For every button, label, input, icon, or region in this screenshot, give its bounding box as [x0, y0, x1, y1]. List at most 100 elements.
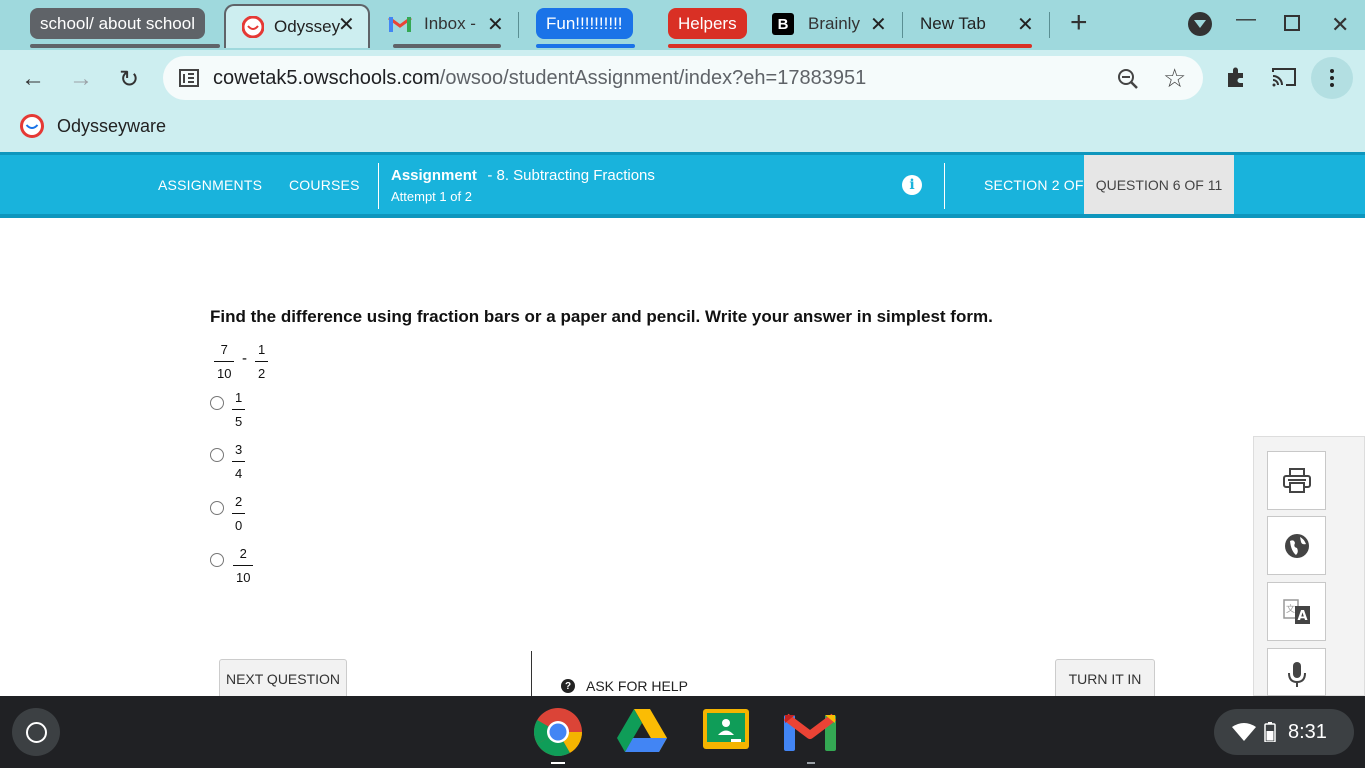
extensions-puzzle-icon[interactable] [1224, 65, 1248, 89]
tab-title: Brainly [808, 14, 860, 33]
address-bar[interactable]: cowetak5.owschools.com/owsoo/studentAssi… [163, 56, 1203, 100]
fraction-denominator: 2 [258, 366, 266, 381]
running-indicator [551, 762, 565, 764]
answer-option-1[interactable]: 1 5 [232, 390, 246, 429]
fraction-numerator: 1 [258, 342, 266, 357]
svg-text:文: 文 [1286, 603, 1295, 615]
tab-group-underline [668, 44, 1032, 48]
bookmark-star-icon[interactable]: ☆ [1163, 63, 1186, 94]
globe-icon [1284, 533, 1309, 558]
back-arrow-icon[interactable]: ← [18, 64, 48, 94]
url-path: /owsoo/studentAssignment/index?eh=178839… [439, 67, 867, 89]
assignment-header: Assignment - 8. Subtracting Fractions At… [391, 167, 655, 204]
question-indicator[interactable]: QUESTION 6 OF 11 [1084, 155, 1234, 214]
tab-odysseyware[interactable]: Odyssey ✕ [224, 4, 370, 48]
help-question-icon: ? [561, 679, 575, 693]
tab-group-underline [536, 44, 635, 48]
google-classroom-app-icon[interactable] [703, 709, 749, 749]
tab-separator [1049, 12, 1050, 38]
browser-menu-kebab-icon[interactable] [1311, 57, 1353, 99]
answer-option-2[interactable]: 3 4 [232, 442, 246, 481]
answer-option-3-radio[interactable] [210, 501, 224, 515]
nav-divider [944, 163, 945, 209]
answer-option-3[interactable]: 2 0 [232, 494, 246, 533]
chevron-down-icon [1194, 20, 1206, 28]
tab-title: Inbox - [424, 14, 476, 33]
question-prompt: Find the difference using fraction bars … [210, 307, 993, 326]
translate-button[interactable]: A 文 [1267, 582, 1326, 641]
gmail-app-icon[interactable] [784, 711, 836, 751]
ask-for-help-label: ASK FOR HELP [586, 678, 688, 694]
minimize-icon[interactable]: — [1236, 8, 1256, 31]
forward-arrow-icon[interactable]: → [66, 64, 96, 94]
tab-close-icon[interactable]: ✕ [338, 12, 355, 37]
tab-group-school[interactable]: school/ about school [30, 8, 205, 39]
print-button[interactable] [1267, 451, 1326, 510]
tab-close-icon[interactable]: ✕ [870, 12, 887, 37]
fraction-subtrahend: 1 2 [255, 342, 269, 381]
tab-group-helpers[interactable]: Helpers [668, 8, 747, 39]
tab-close-icon[interactable]: ✕ [1017, 12, 1034, 37]
fraction-denominator: 5 [235, 414, 243, 429]
turn-it-in-label: TURN IT IN [1068, 671, 1142, 687]
fraction-minuend: 7 10 [214, 342, 235, 381]
tab-separator [902, 12, 903, 38]
minus-operator: - [242, 350, 247, 367]
answer-option-4-radio[interactable] [210, 553, 224, 567]
next-question-button[interactable]: NEXT QUESTION [219, 659, 347, 699]
tab-title: Odyssey [274, 17, 341, 36]
url-host: cowetak5.owschools.com [213, 67, 440, 89]
fraction-numerator: 7 [220, 342, 228, 357]
nav-assignments[interactable]: ASSIGNMENTS [158, 177, 262, 193]
answer-option-1-radio[interactable] [210, 396, 224, 410]
google-drive-app-icon[interactable] [617, 709, 667, 753]
bookmark-label: Odysseyware [57, 115, 167, 136]
tab-group-label: Fun!!!!!!!!!! [546, 13, 623, 33]
odysseyware-logo-icon [20, 114, 44, 138]
answer-option-4[interactable]: 2 10 [233, 546, 254, 585]
close-window-icon[interactable]: ✕ [1331, 12, 1349, 38]
tab-close-icon[interactable]: ✕ [487, 12, 504, 37]
fraction-numerator: 2 [239, 546, 247, 561]
cast-icon[interactable] [1271, 66, 1297, 88]
bookmark-odysseyware[interactable]: Odysseyware [20, 114, 166, 138]
tab-new-tab[interactable]: New Tab [920, 6, 1020, 42]
launcher-button[interactable] [12, 708, 60, 756]
language-globe-button[interactable] [1267, 516, 1326, 575]
microphone-button[interactable] [1267, 648, 1326, 696]
tab-search-icon[interactable] [1188, 12, 1212, 36]
nav-courses[interactable]: COURSES [289, 177, 360, 193]
tab-group-label: school/ about school [40, 13, 195, 33]
browser-tab-strip: school/ about school Odyssey ✕ Inbox - ✕… [0, 0, 1365, 50]
odysseyware-favicon-icon [242, 16, 264, 38]
zoom-icon[interactable] [1117, 68, 1139, 90]
fraction-numerator: 1 [235, 390, 243, 405]
turn-it-in-button[interactable]: TURN IT IN [1055, 659, 1155, 699]
tab-group-fun[interactable]: Fun!!!!!!!!!! [536, 8, 633, 39]
attempt-text: Attempt 1 of 2 [391, 189, 472, 204]
assignment-name: - 8. Subtracting Fractions [487, 167, 655, 184]
assignment-label: Assignment [391, 167, 477, 184]
site-info-icon [179, 69, 199, 87]
clock-time: 8:31 [1288, 720, 1327, 743]
next-question-label: NEXT QUESTION [225, 671, 341, 687]
tab-group-label: Helpers [678, 13, 737, 33]
info-icon[interactable]: i [902, 175, 922, 195]
chrome-app-icon[interactable] [533, 707, 583, 757]
system-tray[interactable]: 8:31 [1214, 709, 1354, 755]
ask-for-help-button[interactable]: ? ASK FOR HELP [561, 678, 688, 694]
app-navigation-bar: ASSIGNMENTS COURSES Assignment - 8. Subt… [0, 152, 1365, 218]
running-indicator [807, 762, 815, 764]
translate-icon: A 文 [1282, 598, 1310, 624]
answer-option-2-radio[interactable] [210, 448, 224, 462]
battery-icon [1264, 722, 1276, 742]
side-tools-panel: A 文 [1253, 436, 1365, 696]
restore-icon[interactable] [1284, 15, 1300, 31]
os-shelf: 8:31 [0, 696, 1365, 768]
section-indicator[interactable]: SECTION 2 OF 3 [984, 177, 1096, 193]
fraction-denominator: 10 [217, 366, 232, 381]
new-tab-plus-icon[interactable]: + [1070, 6, 1088, 40]
browser-toolbar: ← → ↻ cowetak5.owschools.com/owsoo/stude… [0, 50, 1365, 106]
svg-text:A: A [1297, 609, 1307, 624]
reload-icon[interactable]: ↻ [114, 64, 144, 94]
